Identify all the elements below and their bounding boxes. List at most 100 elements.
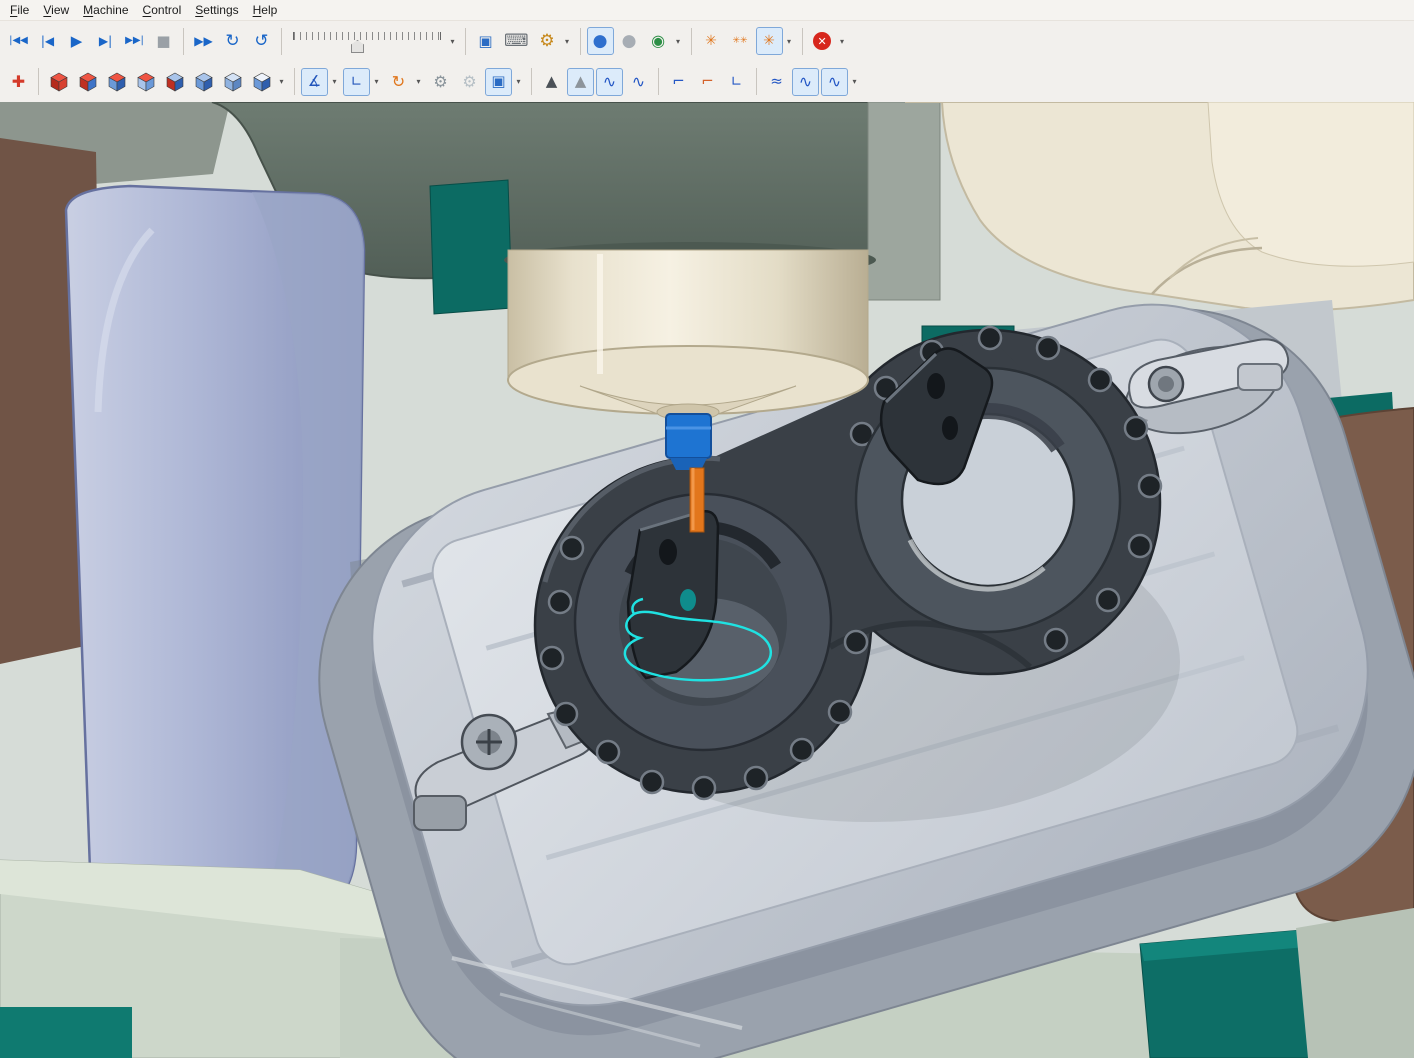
machine-3d-scene: [0, 102, 1414, 1058]
toolpath-feed-button[interactable]: ⌐: [694, 68, 721, 96]
view-toolbar: ✚▾∡▾∟▾↻▾⚙⚙▣▾▲▲∿∿⌐⌐∟≈∿∿▾: [0, 61, 1414, 102]
rapid-path-icon: ⌐: [672, 74, 685, 89]
cone-icon: ▲: [546, 74, 558, 89]
stock-setup-button[interactable]: ⚙: [427, 68, 454, 96]
probe-tool-button[interactable]: ∟: [343, 68, 370, 96]
export-box-icon: ▣: [491, 74, 505, 89]
machine-move-button[interactable]: ✚: [5, 68, 32, 96]
toolpath-range-button[interactable]: ∿: [821, 68, 848, 96]
machine-settings-button[interactable]: ⚙: [534, 27, 561, 55]
view-cube-front-button[interactable]: [103, 68, 130, 96]
simulation-speed-slider[interactable]: [293, 29, 441, 53]
application-window: FileViewMachineControlSettingsHelp |◀◀ |◀…: [0, 0, 1414, 1058]
solid-view-button[interactable]: ●: [616, 27, 643, 55]
toolbar-separator: [531, 68, 532, 95]
control-panel-button[interactable]: ⌨: [501, 27, 532, 55]
speed-dropdown-button[interactable]: ▾: [447, 27, 458, 55]
toolbar-separator: [580, 28, 581, 55]
tools-dropdown-button[interactable]: ▾: [562, 27, 573, 55]
collision-alert-button[interactable]: ✕: [809, 27, 836, 55]
toolpath-rapid-button[interactable]: ⌐: [665, 68, 692, 96]
fast-forward-button[interactable]: ▶▶: [190, 27, 217, 55]
spindle-rotation-button[interactable]: ↻: [385, 68, 412, 96]
menu-machine[interactable]: Machine: [77, 1, 136, 19]
stop-icon: ■: [156, 34, 170, 49]
world-view-button[interactable]: ◉: [645, 27, 672, 55]
view-cube-left-button[interactable]: [161, 68, 188, 96]
toolpath-select-button[interactable]: ∿: [792, 68, 819, 96]
probe-dropdown-button[interactable]: ▾: [371, 68, 382, 96]
toolbar-separator: [691, 28, 692, 55]
toolpath-curve-icon: ∿: [603, 74, 616, 90]
toolpath-points-button[interactable]: ≈: [763, 68, 790, 96]
view-cube-right-button[interactable]: [132, 68, 159, 96]
menu-help[interactable]: Help: [247, 1, 286, 19]
compare-cloud-button[interactable]: ✳✳: [727, 27, 754, 55]
toolbar-separator: [658, 68, 659, 95]
slider-ruler: [293, 32, 441, 40]
compare-target-button[interactable]: ✳: [756, 27, 783, 55]
point-grid-icon: ✳: [705, 34, 717, 48]
view-cube-back-button[interactable]: [190, 68, 217, 96]
restart-arrow-icon: ↺: [254, 33, 268, 50]
measure-angle-button[interactable]: ∡: [301, 68, 328, 96]
toolpath-display-button[interactable]: ∿: [596, 68, 623, 96]
menubar: FileViewMachineControlSettingsHelp: [0, 0, 1414, 20]
go-to-end-button[interactable]: ▶▶|: [121, 27, 148, 55]
step-forward-button[interactable]: ▶|: [92, 27, 119, 55]
toolbar-separator: [802, 28, 803, 55]
compare-dropdown-button[interactable]: ▾: [784, 27, 795, 55]
view-mode-dropdown-button[interactable]: ▾: [673, 27, 684, 55]
stock-dropdown-button[interactable]: ▾: [513, 68, 524, 96]
machine-viewport[interactable]: [0, 102, 1414, 1058]
stop-button[interactable]: ■: [150, 27, 177, 55]
view-cube-iso-button[interactable]: [248, 68, 275, 96]
protractor-icon: ∡: [308, 74, 321, 89]
menu-settings[interactable]: Settings: [189, 1, 246, 19]
menu-file[interactable]: File: [4, 1, 37, 19]
menu-control[interactable]: Control: [137, 1, 190, 19]
step-back-icon: |◀: [41, 35, 54, 47]
blue-sphere-icon: ●: [593, 33, 608, 50]
gears-icon: ⚙: [539, 33, 554, 50]
stock-transfer-button[interactable]: ▣: [485, 68, 512, 96]
report-button[interactable]: ▣: [472, 27, 499, 55]
toolpath-axis-button[interactable]: ∟: [723, 68, 750, 96]
cube-views-dropdown-button[interactable]: ▾: [276, 68, 287, 96]
toolpath-dropdown-button[interactable]: ▾: [849, 68, 860, 96]
cube-icon: [252, 72, 272, 92]
stock-result-button[interactable]: ⚙: [456, 68, 483, 96]
alerts-dropdown-button[interactable]: ▾: [837, 27, 848, 55]
z-axis-column: [868, 102, 940, 300]
playback-toolbar: |◀◀|◀▶▶|▶▶|■▶▶↻↺▾▣⌨⚙▾●●◉▾✳✳✳✳▾✕▾: [0, 20, 1414, 61]
shaded-view-button[interactable]: ●: [587, 27, 614, 55]
slider-handle[interactable]: [351, 40, 364, 53]
cube-icon: [194, 72, 214, 92]
play-button[interactable]: ▶: [63, 27, 90, 55]
view-cube-bottom-button[interactable]: [219, 68, 246, 96]
gear-part-light-icon: ⚙: [462, 74, 476, 90]
target-grid-icon: ✳: [763, 34, 775, 48]
view-cube-all-button[interactable]: [45, 68, 72, 96]
go-to-start-button[interactable]: |◀◀: [5, 27, 32, 55]
feed-path-icon: ⌐: [701, 74, 714, 89]
cube-icon: [107, 72, 127, 92]
tool-envelope-button[interactable]: ▲: [538, 68, 565, 96]
toolpath-simple-button[interactable]: ∿: [625, 68, 652, 96]
step-forward-icon: ▶|: [99, 35, 112, 47]
tool-envelope-shaded-button[interactable]: ▲: [567, 68, 594, 96]
menu-view[interactable]: View: [37, 1, 77, 19]
restart-button[interactable]: ↺: [248, 27, 275, 55]
move-axes-icon: ✚: [12, 74, 25, 90]
compare-points-button[interactable]: ✳: [698, 27, 725, 55]
measure-angle-dropdown-button[interactable]: ▾: [329, 68, 340, 96]
point-cloud-icon: ✳✳: [733, 37, 748, 46]
rotation-dropdown-button[interactable]: ▾: [413, 68, 424, 96]
view-cube-top-button[interactable]: [74, 68, 101, 96]
loop-button[interactable]: ↻: [219, 27, 246, 55]
teal-base-left: [0, 1007, 132, 1058]
step-back-button[interactable]: |◀: [34, 27, 61, 55]
cube-icon: [136, 72, 156, 92]
skip-to-end-icon: ▶▶|: [125, 36, 144, 46]
tool-holder: [666, 414, 711, 458]
